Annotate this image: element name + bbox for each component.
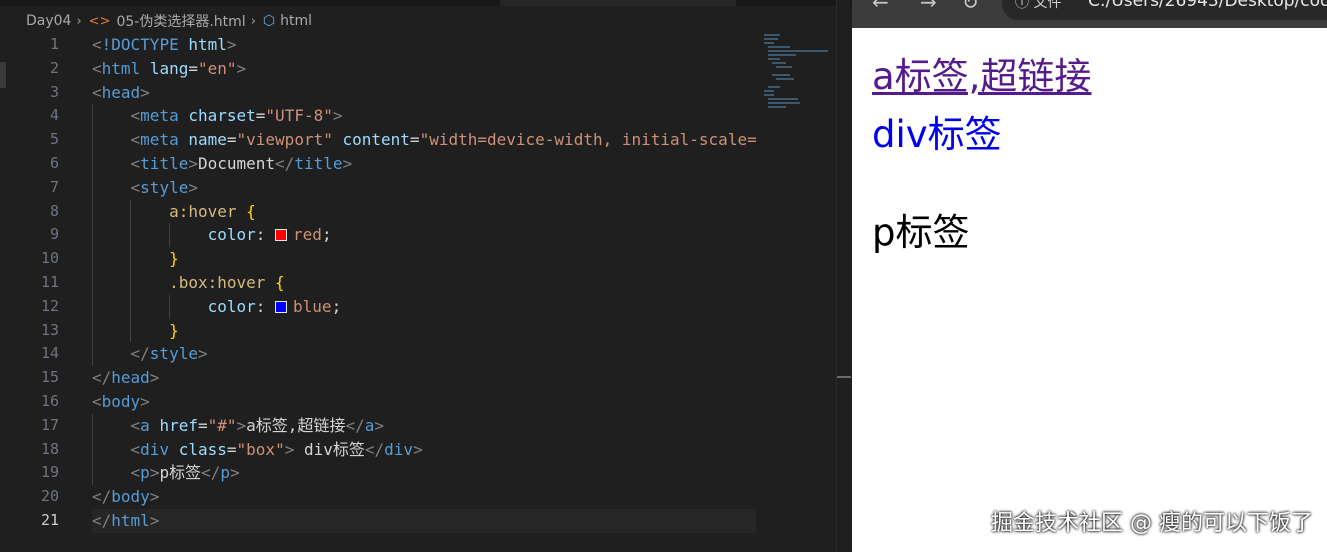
line-number: 18 [40,439,59,458]
code-line[interactable]: <body> [92,390,756,414]
chevron-right-icon: › [76,13,82,29]
reload-icon[interactable]: ↻ [962,0,979,14]
color-swatch-blue[interactable] [275,300,288,313]
line-number: 4 [49,106,59,125]
line-number: 3 [49,82,59,101]
code-line[interactable]: } [92,318,756,343]
code-line[interactable]: .box:hover { [92,270,756,295]
minimap[interactable] [756,34,836,552]
line-number: 6 [49,153,59,172]
line-number: 19 [40,463,59,482]
browser-toolbar: ← → ↻ ⓘ 文件 C:/Users/26943/Desktop/cod [852,0,1327,28]
code-line[interactable]: <a href="#">a标签,超链接</a> [92,413,756,438]
breadcrumb-file[interactable]: 05-伪类选择器.html [116,11,245,31]
code-line[interactable]: <p>p标签</p> [92,461,756,486]
editor-tab-strip [0,0,852,6]
line-number: 16 [40,391,59,410]
forward-icon[interactable]: → [920,0,937,14]
line-number: 10 [40,249,59,268]
code-line[interactable]: <html lang="en"> [92,57,756,81]
code-line[interactable]: </body> [92,485,756,509]
page-paragraph: p标签 [872,211,970,254]
line-number: 13 [40,320,59,339]
page-div-box: div标签 [872,113,1002,156]
code-line[interactable]: <style> [92,175,756,200]
line-number-gutter: 1 2 3 4 5 6 7 8 9 10 11 12 13 14 15 16 1… [0,33,76,533]
line-number-active: 21 [40,510,59,529]
code-area[interactable]: <!DOCTYPE html> <html lang="en"> <head> … [92,33,757,533]
code-line[interactable]: <head> [92,81,756,105]
code-editor[interactable]: Day04 › <> 05-伪类选择器.html › ⬡ html 1 2 3 … [0,0,852,552]
tab-fragment [500,0,736,6]
line-number: 9 [49,225,59,244]
line-number: 17 [40,415,59,434]
rendered-page: a标签,超链接 div标签 p标签 [872,48,1091,262]
code-line[interactable]: <meta charset="UTF-8"> [92,104,756,129]
breadcrumb: Day04 › <> 05-伪类选择器.html › ⬡ html [0,8,312,34]
line-number: 5 [49,130,59,149]
watermark: 掘金技术社区 @ 瘦的可以下饭了 [991,511,1313,536]
line-number: 15 [40,368,59,387]
line-number: 8 [49,201,59,220]
code-line[interactable]: <meta name="viewport" content="width=dev… [92,128,757,152]
line-number: 7 [49,177,59,196]
code-line[interactable]: } [92,247,756,271]
chevron-right-icon: › [250,13,256,29]
html-file-icon: <> [88,13,111,29]
vertical-scrollbar[interactable] [836,0,851,552]
color-swatch-red[interactable] [275,229,288,242]
code-line[interactable]: a:hover { [92,199,756,224]
code-line[interactable]: <!DOCTYPE html> [92,33,756,57]
site-info-button[interactable]: ⓘ 文件 [1015,0,1061,12]
breadcrumb-symbol[interactable]: html [280,13,312,29]
line-number: 12 [40,296,59,315]
code-line[interactable]: </head> [92,366,756,390]
code-line[interactable]: <title>Document</title> [92,151,756,176]
page-link[interactable]: a标签,超链接 [872,48,1091,106]
line-number: 20 [40,487,59,506]
browser-window[interactable]: ← → ↻ ⓘ 文件 C:/Users/26943/Desktop/cod a标… [852,0,1327,552]
address-url[interactable]: C:/Users/26943/Desktop/cod [1088,0,1327,11]
scrollbar-cursor-marker [837,376,851,378]
line-number: 1 [49,35,59,53]
line-number: 14 [40,344,59,363]
line-number: 2 [49,58,59,77]
back-icon[interactable]: ← [872,0,889,14]
line-number: 11 [40,272,59,291]
code-line[interactable]: color: red; [92,223,756,248]
code-line[interactable]: <div class="box"> div标签</div> [92,437,756,462]
breadcrumb-folder[interactable]: Day04 [26,13,71,29]
code-line-active[interactable]: </html> [92,508,756,533]
code-line[interactable]: color: blue; [92,294,756,319]
code-line[interactable]: </style> [92,342,756,367]
symbol-cube-icon: ⬡ [262,13,276,29]
